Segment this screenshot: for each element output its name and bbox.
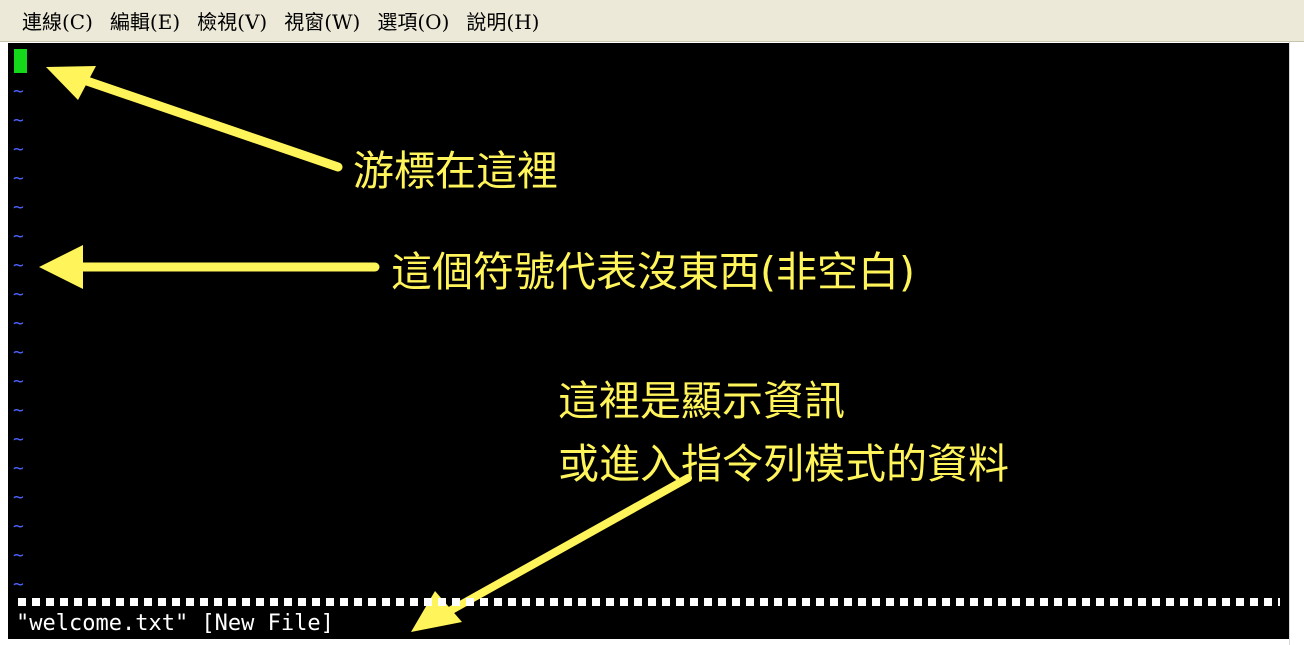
- status-area-annotation-line-1: 這裡是顯示資訊: [558, 377, 845, 425]
- empty-line-marker: ~: [13, 342, 24, 363]
- empty-line-marker: ~: [13, 168, 24, 189]
- empty-line-marker: ~: [13, 284, 24, 305]
- menu-options[interactable]: 選項(O): [373, 6, 462, 36]
- empty-line-marker: ~: [13, 429, 24, 450]
- text-cursor: [14, 49, 27, 73]
- menu-window[interactable]: 視窗(W): [280, 6, 373, 36]
- empty-line-marker: ~: [13, 226, 24, 247]
- menu-connection[interactable]: 連線(C): [18, 6, 106, 36]
- status-line: "welcome.txt" [New File]: [16, 611, 334, 636]
- menu-help[interactable]: 說明(H): [462, 6, 552, 36]
- menu-bar: 連線(C) 編輯(E) 檢視(V) 視窗(W) 選項(O) 說明(H): [0, 0, 1304, 42]
- empty-line-marker: ~: [13, 313, 24, 334]
- status-area-annotation: 這裡是顯示資訊 或進入指令列模式的資料: [558, 370, 1009, 496]
- menu-edit[interactable]: 編輯(E): [106, 6, 193, 36]
- empty-line-marker: ~: [13, 371, 24, 392]
- terminal-window: 連線(C) 編輯(E) 檢視(V) 視窗(W) 選項(O) 說明(H) ~ ~ …: [0, 0, 1304, 645]
- cursor-annotation: 游標在這裡: [353, 147, 558, 195]
- empty-line-marker: ~: [13, 400, 24, 421]
- empty-line-marker: ~: [13, 110, 24, 131]
- annotation-arrows: [39, 66, 692, 632]
- empty-line-marker: ~: [13, 545, 24, 566]
- empty-line-marker: ~: [13, 197, 24, 218]
- empty-line-marker: ~: [13, 574, 24, 595]
- tilde-pointer-arrow: [39, 245, 380, 289]
- empty-line-marker: ~: [13, 81, 24, 102]
- empty-line-marker: ~: [13, 458, 24, 479]
- empty-line-marker: ~: [13, 255, 24, 276]
- status-area-annotation-line-2: 或進入指令列模式的資料: [558, 440, 1009, 488]
- empty-line-marker: ~: [13, 139, 24, 160]
- vertical-scrollbar[interactable]: [1289, 42, 1304, 645]
- vi-terminal[interactable]: ~ ~ ~ ~ ~ ~ ~ ~ ~ ~ ~ ~ ~ ~ ~ ~ ~ ~ 游標在這…: [8, 43, 1290, 639]
- status-line-pointer-arrow: [411, 474, 692, 632]
- status-line-separator: [18, 598, 1280, 606]
- terminal-frame: ~ ~ ~ ~ ~ ~ ~ ~ ~ ~ ~ ~ ~ ~ ~ ~ ~ ~ 游標在這…: [0, 42, 1304, 645]
- cursor-pointer-arrow: [46, 66, 343, 172]
- empty-line-marker: ~: [13, 516, 24, 537]
- menu-view[interactable]: 檢視(V): [193, 6, 280, 36]
- empty-line-marker: ~: [13, 487, 24, 508]
- empty-marker-annotation: 這個符號代表沒東西(非空白): [391, 248, 915, 296]
